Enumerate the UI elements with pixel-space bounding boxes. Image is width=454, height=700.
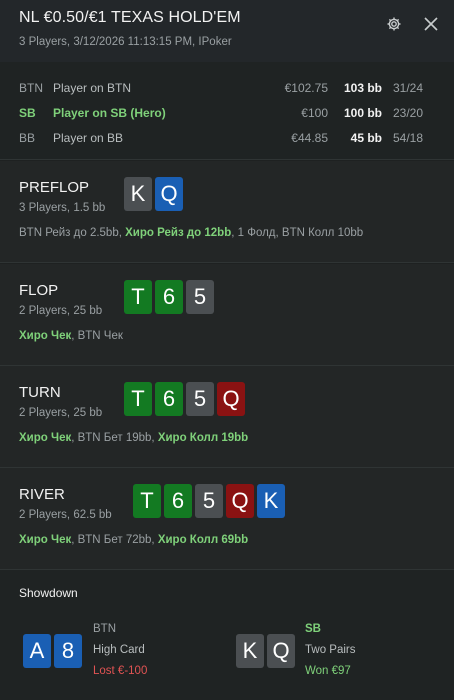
gear-icon [387,17,401,31]
street-name: PREFLOP [19,179,90,196]
street-info: 2 Players, 62.5 bb [19,509,112,521]
player-position: BTN [19,81,43,95]
hand-subtitle: 3 Players, 3/12/2026 11:13:15 PM, IPoker [19,36,232,48]
playing-card: 5 [186,280,214,314]
playing-card: 5 [195,484,223,518]
hero-hole-cards: KQ [124,177,183,211]
player-row-bb: BB Player on BB €44.85 45 bb 54/18 [0,129,454,149]
street-preflop: PREFLOP 3 Players, 1.5 bb KQ BTN Рейз до… [0,161,454,263]
playing-card: Q [226,484,254,518]
street-actions: Хиро Чек, BTN Бет 19bb, Хиро Колл 19bb [19,432,248,444]
street-name: RIVER [19,486,65,503]
player-stack: €100 [301,106,328,120]
player-stack-bb: 103 bb [343,81,382,95]
playing-card: 6 [155,280,183,314]
close-button[interactable] [420,13,442,35]
street-actions: Хиро Чек, BTN Бет 72bb, Хиро Колл 69bb [19,534,248,546]
players-table: BTN Player on BTN €102.75 103 bb 31/24 S… [0,62,454,160]
player-stats: 54/18 [393,131,424,145]
hand-header: NL €0.50/€1 TEXAS HOLD'EM 3 Players, 3/1… [0,0,454,62]
player-stack-bb: 100 bb [343,106,382,120]
hero-action: Хиро Колл 69bb [157,534,249,546]
player-row-sb-hero: SB Player on SB (Hero) €100 100 bb 23/20 [0,104,454,124]
showdown-result: Won €97 [305,665,351,677]
player-stack-bb: 45 bb [350,131,382,145]
playing-card: T [124,382,152,416]
street-info: 2 Players, 25 bb [19,305,103,317]
playing-card: A [23,634,51,668]
player-stack: €102.75 [284,81,328,95]
player-stats: 23/20 [393,106,424,120]
board-cards: T65QK [133,484,285,518]
hero-action: Хиро Рейз до 12bb [125,227,232,239]
player-row-btn: BTN Player on BTN €102.75 103 bb 31/24 [0,79,454,99]
playing-card: Q [267,634,295,668]
playing-card: K [236,634,264,668]
street-actions: BTN Рейз до 2.5bb, Хиро Рейз до 12bb, 1 … [19,227,363,239]
action-text: BTN Рейз до 2.5bb, [19,227,126,239]
hero-action: Хиро Чек [19,432,72,444]
playing-card: T [124,280,152,314]
action-text: , BTN Чек [71,330,123,342]
playing-card: T [133,484,161,518]
street-info: 3 Players, 1.5 bb [19,202,106,214]
showdown-player-btn: A8 BTN High Card Lost €-100 [23,622,203,682]
player-stack: €44.85 [291,131,328,145]
showdown-section: Showdown A8 BTN High Card Lost €-100 KQ … [0,570,454,700]
hero-action: Хиро Чек [19,534,72,546]
street-actions: Хиро Чек, BTN Чек [19,330,123,342]
showdown-title: Showdown [19,586,78,600]
playing-card: Q [155,177,183,211]
showdown-hand: Two Pairs [305,644,356,656]
playing-card: 8 [54,634,82,668]
street-river: RIVER 2 Players, 62.5 bb T65QK Хиро Чек,… [0,468,454,570]
board-cards: T65Q [124,382,245,416]
street-name: FLOP [19,282,59,299]
street-turn: TURN 2 Players, 25 bb T65Q Хиро Чек, BTN… [0,366,454,468]
player-cards: A8 [23,634,82,668]
action-text: , BTN Бет 19bb, [71,432,158,444]
playing-card: 6 [164,484,192,518]
player-name: Player on SB (Hero) [53,106,166,120]
playing-card: 5 [186,382,214,416]
showdown-position: BTN [93,623,116,635]
action-text: , 1 Фолд, BTN Колл 10bb [231,227,364,239]
playing-card: 6 [155,382,183,416]
player-name: Player on BB [53,131,124,145]
showdown-position: SB [305,623,321,635]
playing-card: K [124,177,152,211]
settings-button[interactable] [383,13,405,35]
playing-card: K [257,484,285,518]
showdown-player-sb: KQ SB Two Pairs Won €97 [236,622,436,682]
playing-card: Q [217,382,245,416]
board-cards: T65 [124,280,214,314]
showdown-hand: High Card [93,644,145,656]
player-position: SB [19,106,36,120]
action-text: , BTN Бет 72bb, [71,534,158,546]
hero-action: Хиро Чек [19,330,72,342]
hero-action: Хиро Колл 19bb [157,432,249,444]
page-title: NL €0.50/€1 TEXAS HOLD'EM [19,9,241,26]
street-info: 2 Players, 25 bb [19,407,103,419]
showdown-result: Lost €-100 [93,665,148,677]
showdown-info: BTN High Card Lost €-100 [93,622,147,685]
street-name: TURN [19,384,61,401]
player-position: BB [19,131,36,145]
player-name: Player on BTN [53,81,132,95]
player-stats: 31/24 [393,81,424,95]
showdown-info: SB Two Pairs Won €97 [305,622,356,685]
street-flop: FLOP 2 Players, 25 bb T65 Хиро Чек, BTN … [0,264,454,366]
close-icon [424,17,438,31]
player-cards: KQ [236,634,295,668]
